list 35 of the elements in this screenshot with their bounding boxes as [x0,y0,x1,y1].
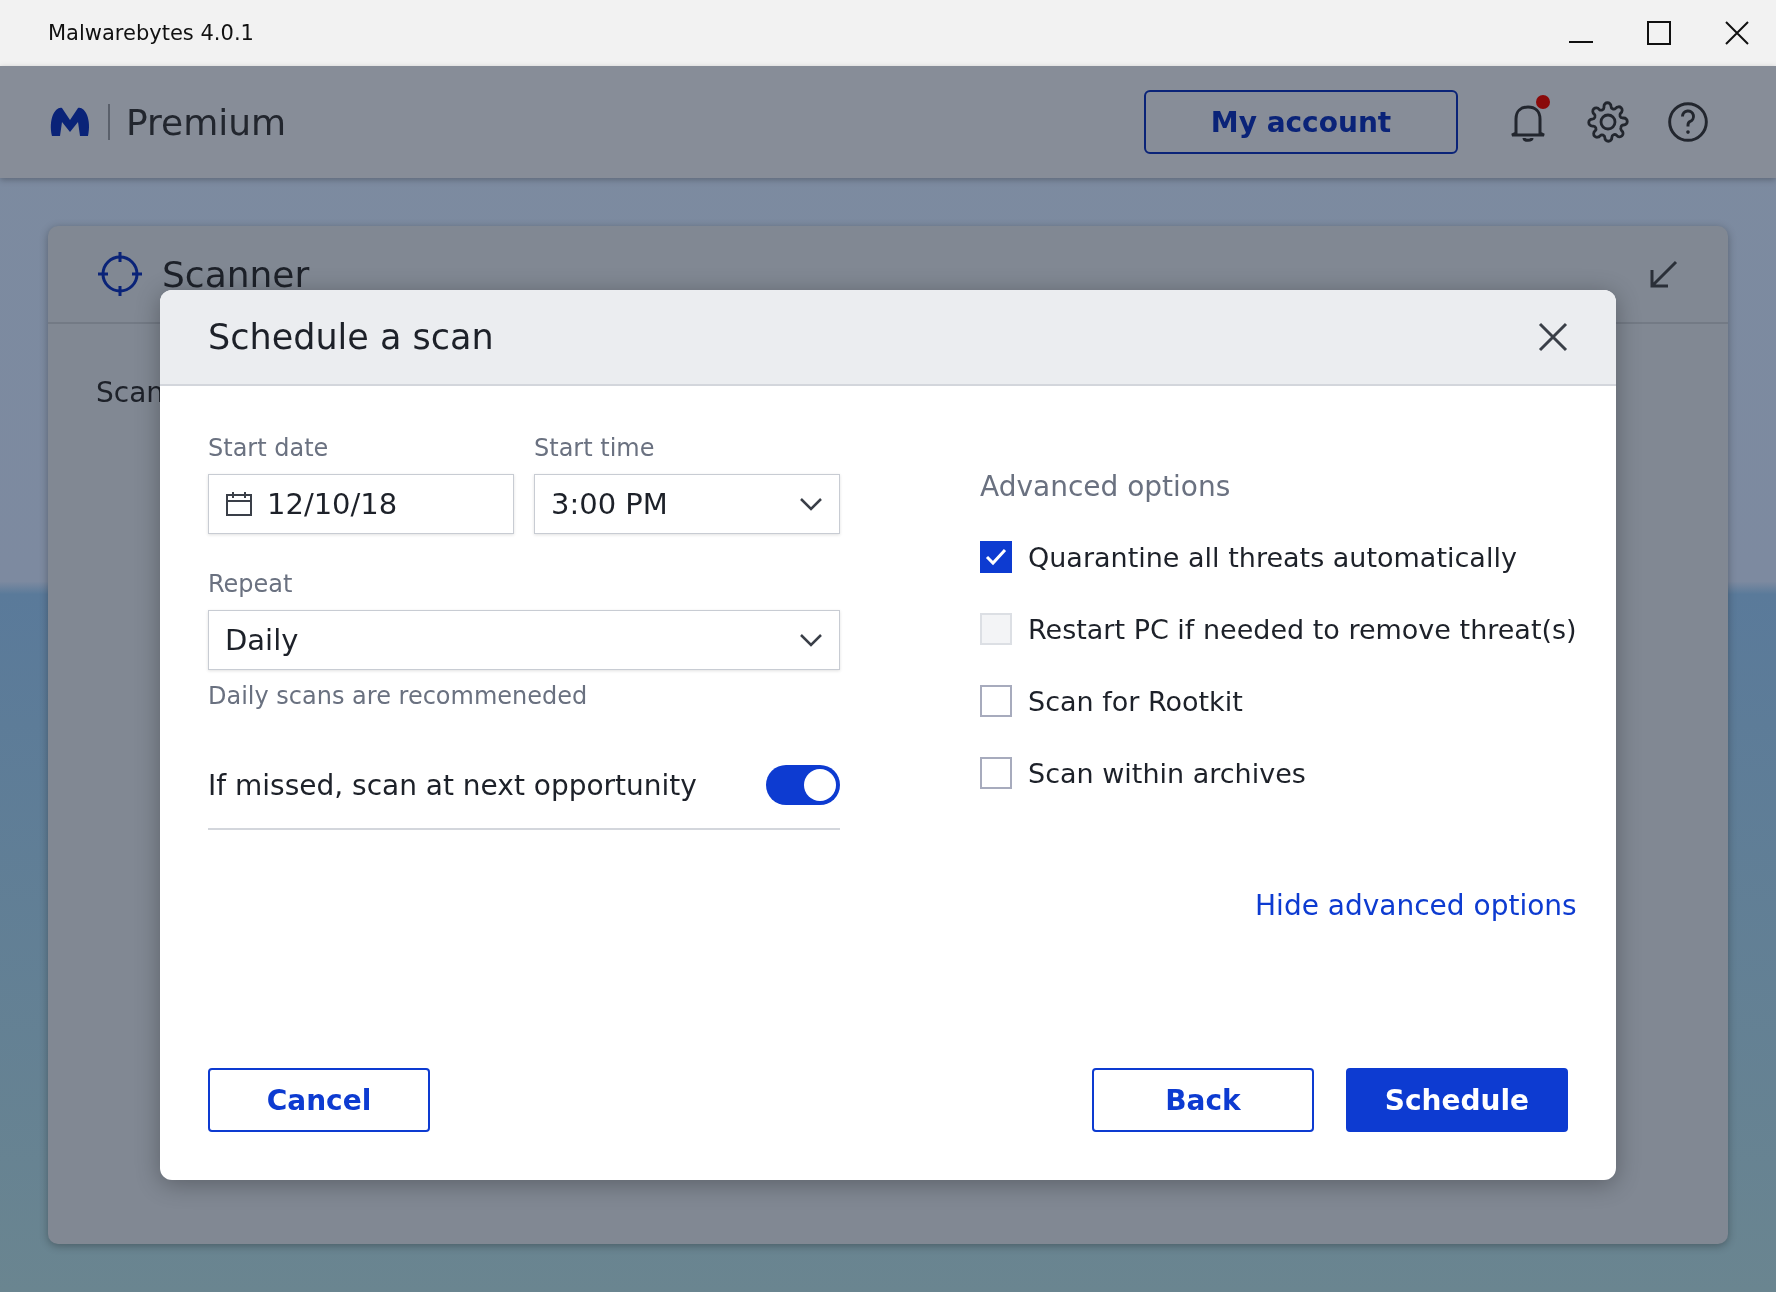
close-icon[interactable] [1538,322,1568,352]
account-button[interactable]: My account [1144,90,1458,154]
date-field[interactable]: 12/10/18 [208,474,514,534]
help-icon[interactable] [1666,100,1710,144]
option-label: Scan for Rootkit [1028,685,1243,717]
dialog-title: Schedule a scan [208,317,495,357]
chevron-down-icon [799,497,823,511]
checkbox[interactable] [980,757,1012,789]
checkmark-icon [985,548,1007,566]
hide-options-link[interactable]: Hide advanced options [1255,889,1577,922]
option-label: Quarantine all threats automatically [1028,541,1517,573]
schedule-button[interactable]: Schedule [1346,1068,1568,1132]
back-button[interactable]: Back [1092,1068,1314,1132]
option-label: Scan within archives [1028,757,1306,789]
toggle-label: If missed, scan at next opportunity [208,768,697,802]
field-label: Start date [208,434,330,462]
field-label: Repeat [208,570,294,598]
card-title: Scanner [162,253,311,295]
window-title: Malwarebytes 4.0.1 [48,21,255,45]
collapse-arrow-icon[interactable] [1648,258,1680,290]
section-title: Advanced options [980,470,1232,503]
cancel-button[interactable]: Cancel [208,1068,430,1132]
option-label: Restart PC if needed to remove threat(s) [1028,613,1577,645]
calendar-icon [225,491,253,517]
crosshair-icon [96,250,144,298]
time-dropdown[interactable]: 3:00 PM [534,474,840,534]
checkbox[interactable] [980,685,1012,717]
product-name: Premium [126,101,288,143]
settings-icon[interactable] [1587,101,1629,143]
checkbox[interactable] [980,541,1012,573]
toggle-switch[interactable] [766,765,840,805]
chevron-down-icon [799,633,823,647]
repeat-hint: Daily scans are recommeneded [208,682,589,710]
repeat-dropdown[interactable]: Daily [208,610,840,670]
field-label: Start time [534,434,656,462]
